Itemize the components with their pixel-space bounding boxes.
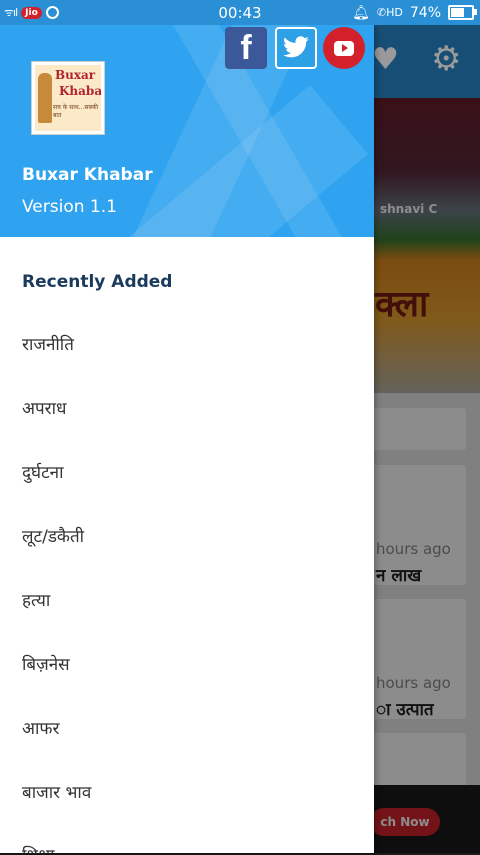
menu-item-accident[interactable]: दुर्घटना bbox=[22, 460, 63, 483]
logo-word: Buxar bbox=[55, 68, 96, 82]
status-left: ᯤıl Jio bbox=[0, 5, 154, 20]
settings-icon[interactable]: ⚙ bbox=[431, 42, 461, 76]
youtube-icon[interactable] bbox=[323, 27, 365, 69]
menu-item-business[interactable]: बिज़नेस bbox=[22, 652, 70, 675]
battery-percent: 74% bbox=[409, 4, 441, 21]
favorites-icon[interactable]: ♥ bbox=[372, 45, 399, 75]
menu-item-market-rate[interactable]: बाजार भाव bbox=[22, 780, 91, 803]
menu-section-header[interactable]: Recently Added bbox=[22, 272, 172, 292]
drawer-header: Buxar Khabar सच के साथ...सबकी बात f Buxa… bbox=[0, 25, 374, 237]
battery-icon bbox=[448, 5, 477, 20]
logo-figure bbox=[38, 73, 52, 123]
twitter-bird-icon bbox=[283, 36, 309, 58]
twitter-icon[interactable] bbox=[275, 27, 317, 69]
menu-item-murder[interactable]: हत्या bbox=[22, 588, 50, 611]
menu-item-robbery[interactable]: लूट/डकैती bbox=[22, 524, 84, 547]
menu-item-crime[interactable]: अपराध bbox=[22, 396, 66, 419]
navigation-drawer: Buxar Khabar सच के साथ...सबकी बात f Buxa… bbox=[0, 25, 374, 853]
menu-item-education[interactable]: शिक्षा bbox=[22, 843, 55, 853]
app-name: Buxar Khabar bbox=[22, 165, 153, 185]
youtube-play-icon bbox=[334, 40, 354, 56]
alarm-off-icon: 🔔︎ bbox=[352, 4, 370, 21]
battery-fill bbox=[451, 8, 464, 17]
status-right: 🔔︎ ✆HD 74% bbox=[352, 0, 477, 25]
app-version: Version 1.1 bbox=[22, 197, 117, 217]
menu-item-offer[interactable]: आफर bbox=[22, 716, 59, 739]
app-logo: Buxar Khabar सच के साथ...सबकी बात bbox=[31, 61, 105, 135]
menu-item-politics[interactable]: राजनीति bbox=[22, 332, 74, 355]
whatsapp-icon bbox=[45, 6, 59, 19]
logo-tagline: सच के साथ...सबकी बात bbox=[53, 104, 99, 119]
facebook-icon[interactable]: f bbox=[225, 27, 267, 69]
hd-label: HD bbox=[386, 6, 403, 19]
status-bar: ᯤıl Jio 00:43 🔔︎ ✆HD 74% bbox=[0, 0, 480, 25]
call-hd-icon: ✆HD bbox=[376, 6, 403, 19]
signal-icon: ᯤıl bbox=[4, 6, 18, 19]
logo-image: Buxar Khabar सच के साथ...सबकी बात bbox=[35, 65, 101, 131]
logo-word: Khabar bbox=[59, 84, 101, 98]
jio-icon: Jio bbox=[21, 6, 42, 19]
